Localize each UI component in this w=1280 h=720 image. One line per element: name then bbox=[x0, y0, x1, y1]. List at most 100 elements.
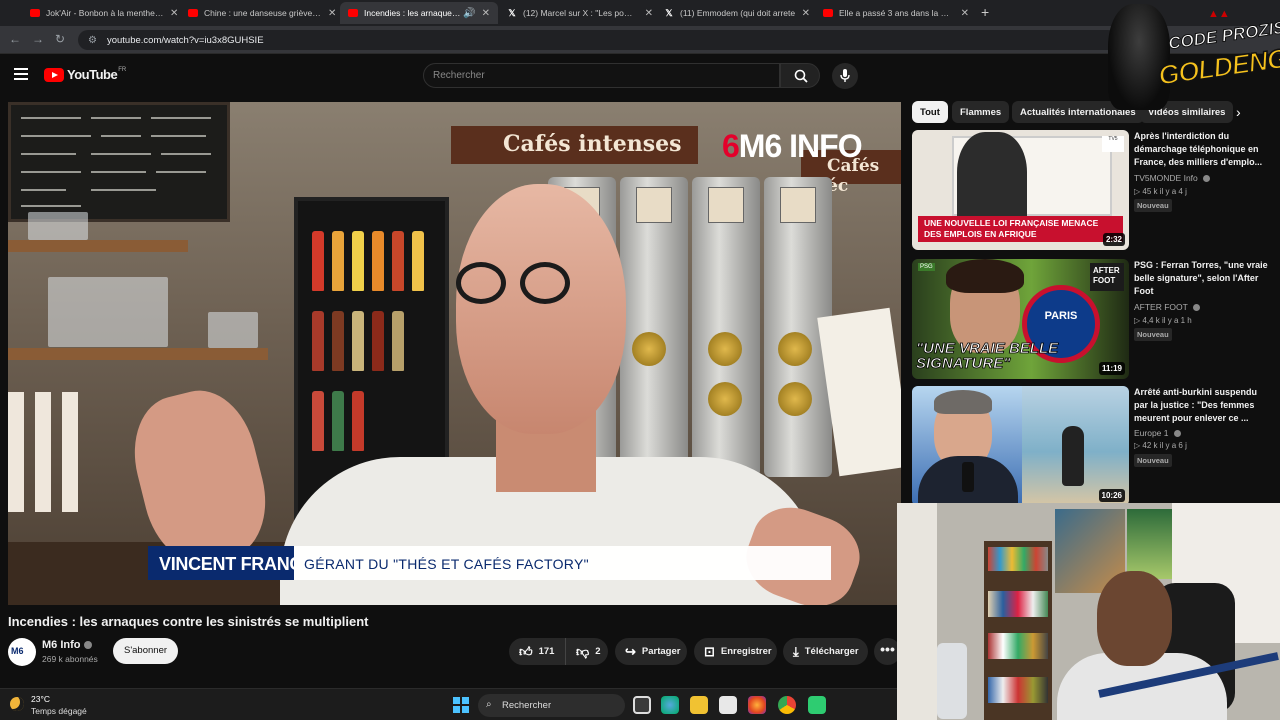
dispenser-tap bbox=[632, 332, 666, 366]
subscribe-button[interactable]: S'abonner bbox=[113, 638, 178, 664]
share-button[interactable]: ↪ Partager bbox=[615, 638, 687, 665]
download-label: Télécharger bbox=[804, 646, 859, 657]
edge-icon[interactable] bbox=[661, 696, 679, 714]
close-icon[interactable]: ✕ bbox=[482, 8, 490, 19]
like-button[interactable]: 👍︎ 171 bbox=[509, 638, 565, 665]
dislike-button[interactable]: 👎︎ 2 bbox=[565, 638, 608, 665]
close-icon[interactable]: ✕ bbox=[645, 8, 653, 19]
download-button[interactable]: ⤓ Télécharger bbox=[783, 638, 868, 665]
thumbnail-caption: "UNE VRAIE BELLE SIGNATURE" bbox=[916, 340, 1059, 372]
glassware bbox=[208, 312, 258, 348]
back-icon[interactable]: ← bbox=[9, 32, 21, 46]
close-icon[interactable]: ✕ bbox=[802, 8, 810, 19]
channel-name[interactable]: M6 Info bbox=[42, 639, 92, 651]
video-meta: ▷ 42 k il y a 6 j bbox=[1134, 441, 1187, 450]
verified-icon bbox=[83, 641, 92, 650]
video-player[interactable]: Cafés intenses Cafés éc 6M6 INFO VINCENT… bbox=[8, 102, 901, 605]
recommended-video[interactable]: TV5 UNE NOUVELLE LOI FRANÇAISE MENACE DE… bbox=[912, 130, 1272, 250]
video-title[interactable]: PSG : Ferran Torres, "une vraie belle si… bbox=[1134, 259, 1272, 298]
like-count: 171 bbox=[538, 646, 555, 657]
windows-start-icon[interactable] bbox=[453, 697, 469, 713]
tab-label: Elle a passé 3 ans dans la maiso bbox=[839, 8, 955, 18]
channel-name[interactable]: TV5MONDE Info bbox=[1134, 173, 1211, 183]
new-tab-icon[interactable]: + bbox=[981, 4, 989, 20]
forward-icon[interactable]: → bbox=[32, 32, 44, 46]
tab-label: Jok'Air - Bonbon à la menthe Fr bbox=[46, 8, 164, 18]
close-icon[interactable]: ✕ bbox=[961, 8, 969, 19]
glasses bbox=[520, 262, 570, 304]
task-view-icon[interactable] bbox=[633, 696, 651, 714]
tab-label: Incendies : les arnaques co bbox=[364, 8, 462, 18]
reload-icon[interactable]: ↻ bbox=[55, 32, 65, 46]
chip-tout[interactable]: Tout bbox=[912, 101, 948, 123]
recommended-video[interactable]: PARIS AFTER FOOT PSG "UNE VRAIE BELLE SI… bbox=[912, 259, 1272, 379]
youtube-wordmark: YouTube bbox=[67, 67, 118, 82]
taskbar-search[interactable]: ⌕ Rechercher bbox=[478, 694, 625, 717]
recommended-video[interactable]: 10:26 Arrêté anti-burkini suspendu par l… bbox=[912, 386, 1272, 506]
verified-icon bbox=[1193, 304, 1201, 312]
channel-avatar[interactable] bbox=[8, 638, 36, 666]
close-icon[interactable]: ✕ bbox=[170, 8, 178, 19]
speaker-icon[interactable]: 🔊 bbox=[463, 8, 475, 19]
thumbnail-small-tag: PSG bbox=[918, 263, 935, 271]
browser-tab-active[interactable]: Incendies : les arnaques co 🔊 ✕ bbox=[340, 2, 498, 24]
door bbox=[897, 503, 937, 720]
menu-icon[interactable] bbox=[14, 68, 28, 80]
tab-label: Chine : une danseuse grièveme bbox=[204, 8, 322, 18]
video-meta: ▷ 45 k il y a 4 j bbox=[1134, 187, 1187, 196]
voice-search-button[interactable] bbox=[832, 63, 858, 89]
search-button[interactable] bbox=[780, 63, 820, 88]
youtube-icon bbox=[823, 9, 833, 17]
search-icon bbox=[794, 69, 808, 83]
channel-name[interactable]: Europe 1 bbox=[1134, 428, 1181, 438]
taskbar: 23°C Temps dégagé ⌕ Rechercher bbox=[0, 688, 897, 720]
firefox-icon[interactable] bbox=[748, 696, 766, 714]
water-bottle bbox=[937, 643, 967, 719]
video-thumbnail[interactable]: 10:26 bbox=[912, 386, 1129, 506]
verified-icon bbox=[1203, 175, 1211, 183]
browser-tab[interactable]: 𝕏 (11) Emmodem (qui doit arrete ✕ bbox=[656, 2, 818, 24]
chrome-icon[interactable] bbox=[778, 696, 796, 714]
url-field[interactable]: ⚙ youtube.com/watch?v=iu3x8GUHSIE bbox=[78, 30, 1118, 50]
bookshelf bbox=[984, 541, 1052, 720]
youtube-play-icon bbox=[44, 67, 64, 82]
m6-info-watermark: 6M6 INFO bbox=[722, 128, 863, 164]
channel-name[interactable]: AFTER FOOT bbox=[1134, 302, 1201, 312]
browser-tab[interactable]: Elle a passé 3 ans dans la maiso ✕ bbox=[815, 2, 977, 24]
weather-moon-icon[interactable] bbox=[10, 697, 24, 711]
video-thumbnail[interactable]: TV5 UNE NOUVELLE LOI FRANÇAISE MENACE DE… bbox=[912, 130, 1129, 250]
video-title[interactable]: Arrêté anti-burkini suspendu par la just… bbox=[1134, 386, 1272, 425]
lower-third-name: VINCENT FRANCK bbox=[148, 546, 315, 580]
chip-flammes[interactable]: Flammes bbox=[952, 101, 1010, 123]
file-explorer-icon[interactable] bbox=[690, 696, 708, 714]
youtube-header: YouTube FR Rechercher bbox=[0, 55, 1110, 97]
weather-temperature[interactable]: 23°C bbox=[31, 694, 50, 704]
search-icon: ⌕ bbox=[486, 699, 492, 710]
browser-tab[interactable]: Jok'Air - Bonbon à la menthe Fr ✕ bbox=[22, 2, 188, 24]
weather-condition[interactable]: Temps dégagé bbox=[31, 706, 87, 716]
app-icon[interactable] bbox=[808, 696, 826, 714]
browser-tab[interactable]: 𝕏 (12) Marcel sur X : "Les pompie ✕ bbox=[499, 2, 661, 24]
subscriber-count: 269 k abonnés bbox=[42, 654, 98, 664]
share-icon: ↪ bbox=[625, 643, 636, 659]
streamer-head bbox=[1097, 571, 1172, 666]
browser-tab-strip: Jok'Air - Bonbon à la menthe Fr ✕ Chine … bbox=[0, 0, 1280, 26]
logo-accent: ▲▲ bbox=[1208, 8, 1230, 20]
store-icon[interactable] bbox=[719, 696, 737, 714]
video-thumbnail[interactable]: PARIS AFTER FOOT PSG "UNE VRAIE BELLE SI… bbox=[912, 259, 1129, 379]
site-info-icon[interactable]: ⚙ bbox=[88, 35, 97, 46]
youtube-logo[interactable]: YouTube FR bbox=[44, 67, 126, 82]
webcam-overlay bbox=[897, 503, 1280, 720]
search-input[interactable]: Rechercher bbox=[423, 63, 780, 88]
browser-tab[interactable]: Chine : une danseuse grièveme ✕ bbox=[180, 2, 346, 24]
new-badge: Nouveau bbox=[1134, 328, 1172, 341]
dispenser-tap bbox=[778, 332, 812, 366]
close-icon[interactable]: ✕ bbox=[328, 8, 336, 19]
microphone-icon bbox=[840, 69, 850, 82]
syrup-bottles bbox=[8, 392, 98, 512]
chalkboard-menu bbox=[8, 102, 230, 222]
save-button[interactable]: ⊡ Enregistrer bbox=[694, 638, 777, 665]
video-title[interactable]: Après l'interdiction du démarchage télép… bbox=[1134, 130, 1272, 169]
thumbs-down-icon: 👎︎ bbox=[576, 643, 590, 659]
region-label: FR bbox=[118, 67, 127, 73]
